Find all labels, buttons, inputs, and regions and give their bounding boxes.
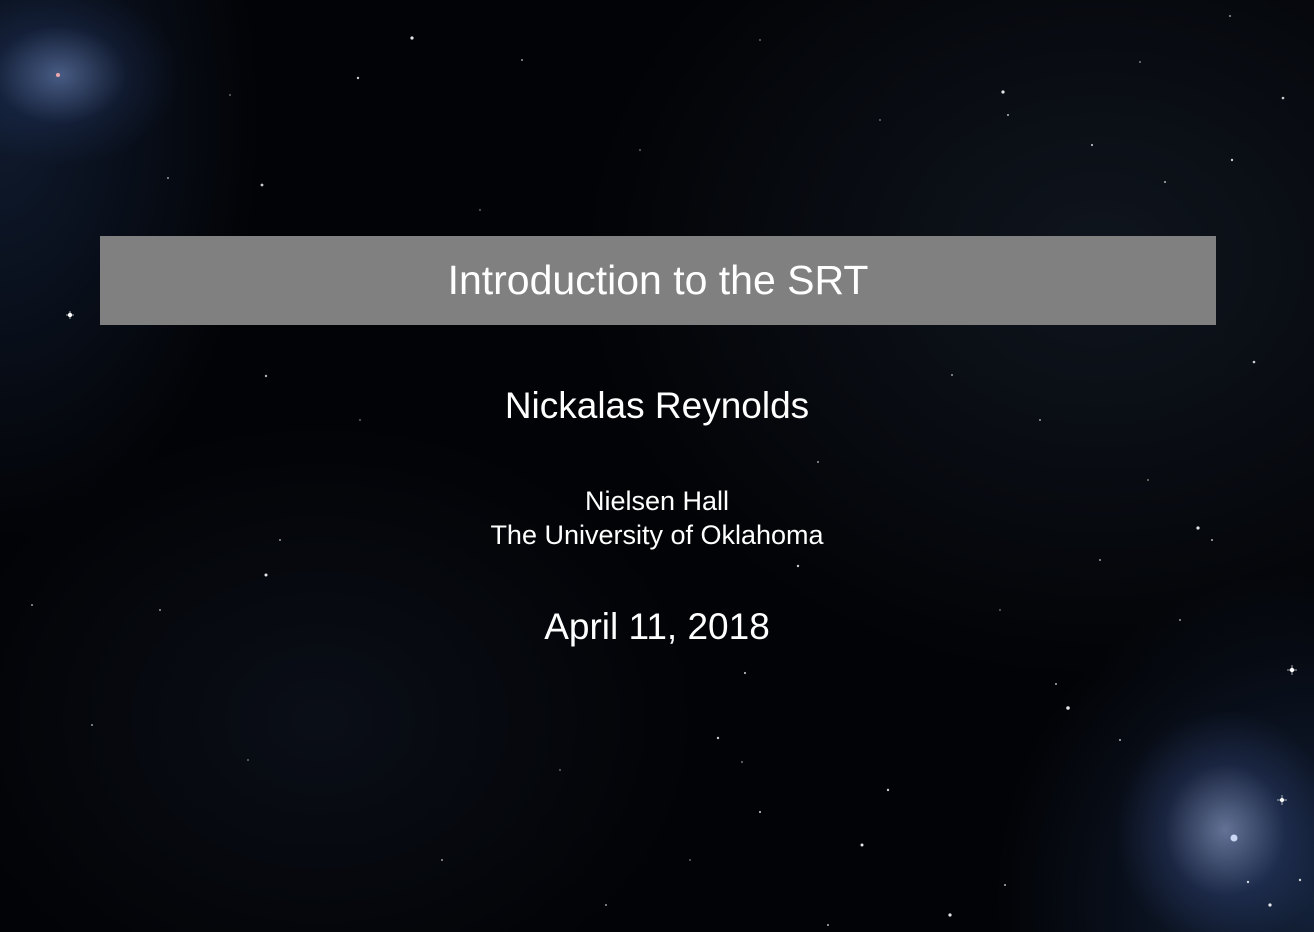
title-bar: Introduction to the SRT bbox=[100, 236, 1216, 325]
author-name: Nickalas Reynolds bbox=[504, 385, 810, 426]
slide-title: Introduction to the SRT bbox=[447, 257, 869, 303]
presentation-date: April 11, 2018 bbox=[544, 606, 770, 647]
institute-line-2: The University of Oklahoma bbox=[490, 520, 824, 550]
institute-block: Nielsen Hall The University of Oklahoma bbox=[0, 484, 1314, 552]
starfield-background bbox=[31, 15, 1302, 926]
title-slide: Introduction to the SRT Nickalas Reynold… bbox=[0, 0, 1314, 932]
institute-line-1: Nielsen Hall bbox=[584, 486, 730, 516]
